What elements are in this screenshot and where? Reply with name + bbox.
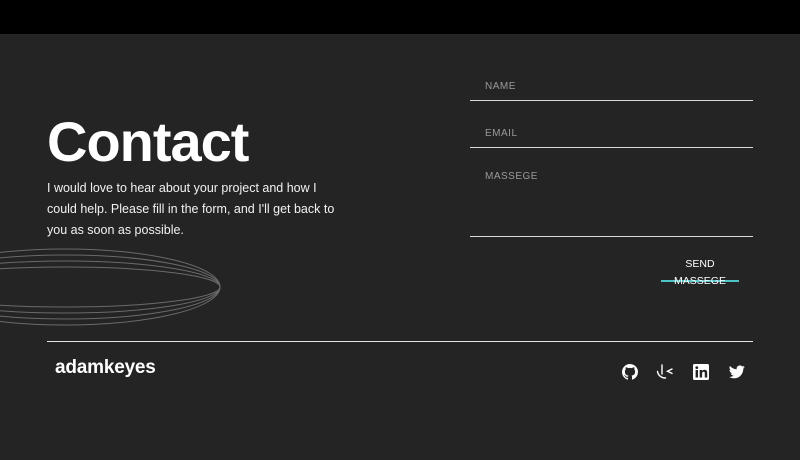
footer-logo[interactable]: adamkeyes <box>55 357 156 379</box>
send-message-button[interactable]: SEND MASSEGE <box>661 256 739 287</box>
intro-text: I would love to hear about your project … <box>47 181 335 237</box>
linkedin-icon[interactable] <box>692 363 710 381</box>
email-placeholder: EMAIL <box>485 128 518 139</box>
email-field[interactable]: EMAIL <box>470 116 753 148</box>
message-field[interactable]: MASSEGE <box>470 160 753 237</box>
name-field[interactable]: NAME <box>470 68 753 101</box>
frontend-mentor-icon[interactable] <box>656 363 674 381</box>
github-icon[interactable] <box>621 363 639 381</box>
contact-section: Contact I would love to hear about your … <box>0 34 800 460</box>
decorative-rings <box>0 248 221 326</box>
message-placeholder: MASSEGE <box>485 171 538 182</box>
name-placeholder: NAME <box>485 81 516 92</box>
twitter-icon[interactable] <box>728 363 746 381</box>
top-black-bar <box>0 0 800 34</box>
footer-divider <box>47 341 753 342</box>
page-title: Contact <box>47 110 249 173</box>
